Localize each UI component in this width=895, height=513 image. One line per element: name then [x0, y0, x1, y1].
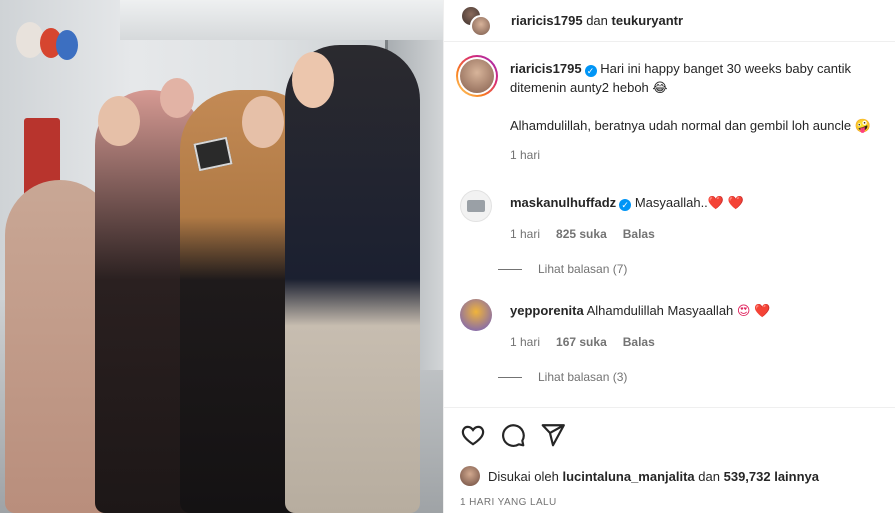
comment-meta: 1 hari 167 suka Balas [510, 333, 894, 352]
post-timestamp[interactable]: 1 HARI YANG LALU [460, 497, 557, 508]
comment-time[interactable]: 1 hari [510, 333, 540, 352]
comment-time[interactable]: 1 hari [510, 225, 540, 244]
post-photo[interactable] [0, 0, 443, 513]
divider [498, 376, 522, 378]
post-side-panel: riaricis1795 dan teukuryantr riaricis179… [443, 0, 895, 513]
comment-time[interactable]: 1 hari [510, 146, 540, 165]
comment-body: maskanulhuffadz ✓ Masyaallah..❤️ ❤️ 1 har… [510, 193, 894, 244]
share-icon[interactable] [540, 422, 566, 448]
comment-icon[interactable] [500, 422, 526, 448]
verified-icon: ✓ [584, 65, 597, 77]
heart-icon[interactable] [460, 422, 486, 448]
username-link[interactable]: teukuryantr [612, 13, 684, 28]
emoji: 😍 ❤️ [736, 303, 771, 318]
photo-face [242, 96, 284, 148]
photo-ceiling [120, 0, 443, 40]
photo-face [160, 78, 194, 118]
photo-person-4 [285, 45, 420, 513]
username-link[interactable]: riaricis1795 [511, 13, 583, 28]
caption-body: riaricis1795 ✓ Hari ini happy banget 30 w… [510, 59, 894, 165]
likes-summary: Disukai oleh lucintaluna_manjalita dan 5… [460, 466, 819, 486]
view-replies-label: Lihat balasan (7) [538, 262, 628, 276]
verified-icon: ✓ [619, 199, 632, 211]
caption-text: Alhamdulillah, beratnya udah normal dan … [510, 118, 871, 133]
avatar[interactable] [460, 299, 492, 331]
comment-meta: 1 hari 825 suka Balas [510, 225, 894, 244]
avatar[interactable] [470, 14, 492, 37]
avatar[interactable] [460, 466, 480, 486]
action-icons [460, 422, 566, 448]
reply-button[interactable]: Balas [623, 225, 655, 244]
photo-balloon [56, 30, 78, 60]
comment-body: yepporenita Alhamdulillah Masyaallah 😍 ❤… [510, 301, 894, 352]
view-replies-button[interactable]: Lihat balasan (3) [498, 370, 627, 384]
comment-likes[interactable]: 167 suka [556, 333, 607, 352]
comment-meta: 1 hari [510, 146, 894, 165]
avatar[interactable] [460, 190, 492, 222]
username-link[interactable]: riaricis1795 [510, 61, 582, 76]
comment-text: Masyaallah.. [634, 195, 708, 210]
likes-count-link[interactable]: 539,732 lainnya [724, 469, 819, 484]
username-link[interactable]: yepporenita [510, 303, 584, 318]
comment-text: Alhamdulillah Masyaallah [586, 303, 734, 318]
view-replies-label: Lihat balasan (3) [538, 370, 628, 384]
conjunction-text: dan [586, 13, 608, 28]
post-actions: Disukai oleh lucintaluna_manjalita dan 5… [444, 407, 895, 513]
photo-face [98, 96, 140, 146]
comments-scroll[interactable]: riaricis1795 ✓ Hari ini happy banget 30 w… [444, 43, 895, 407]
divider [498, 268, 522, 270]
username-link[interactable]: lucintaluna_manjalita [562, 469, 694, 484]
collab-title: riaricis1795 dan teukuryantr [511, 13, 683, 28]
view-replies-button[interactable]: Lihat balasan (7) [498, 262, 627, 276]
photo-face [292, 52, 334, 108]
username-link[interactable]: maskanulhuffadz [510, 195, 616, 210]
avatar[interactable] [456, 55, 498, 97]
heart-emoji: ❤️ ❤️ [707, 195, 744, 210]
collab-avatars[interactable] [460, 4, 494, 37]
post-header: riaricis1795 dan teukuryantr [444, 0, 895, 42]
likes-middle: dan [698, 468, 720, 484]
reply-button[interactable]: Balas [623, 333, 655, 352]
comment-likes[interactable]: 825 suka [556, 225, 607, 244]
likes-prefix: Disukai oleh [488, 468, 559, 484]
